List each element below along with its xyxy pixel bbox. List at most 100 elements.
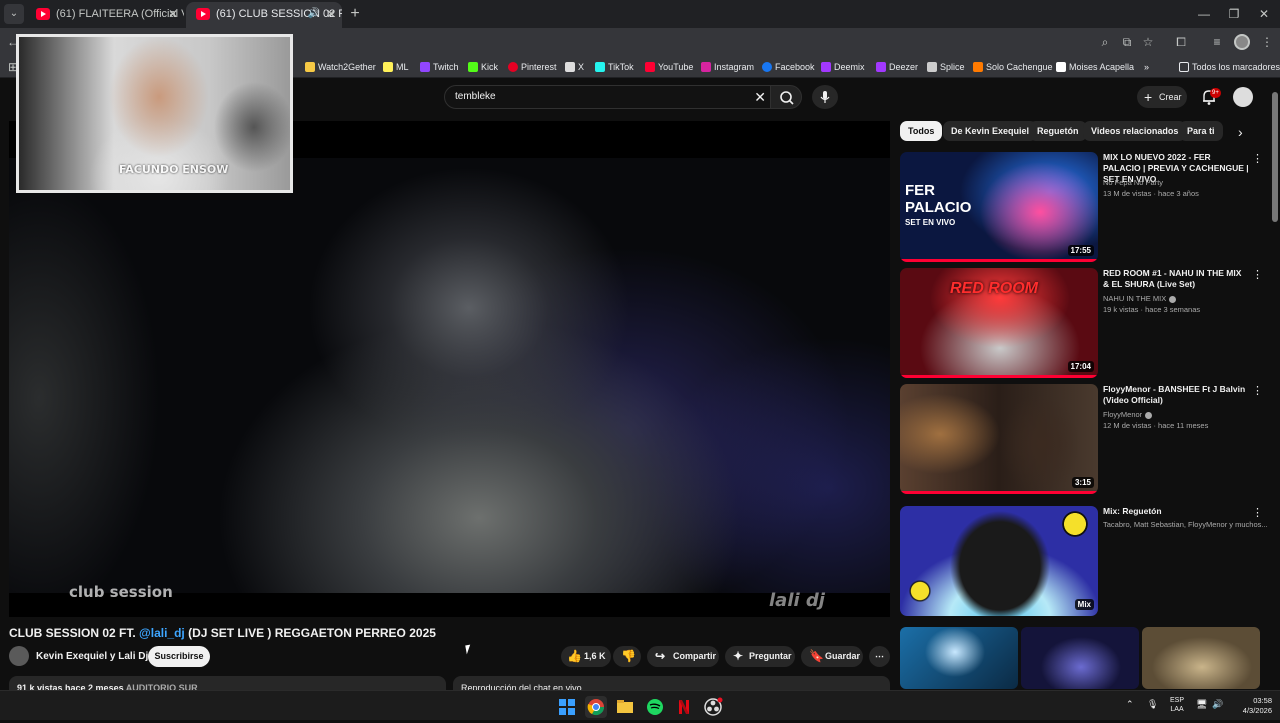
media-controls-icon[interactable]: ≡	[1208, 33, 1226, 51]
duration-badge: 17:04	[1067, 361, 1094, 372]
search-input[interactable]: tembleke ✕	[444, 85, 775, 109]
system-clock[interactable]: 03:58 4/3/2026	[1230, 696, 1272, 716]
close-tab-icon[interactable]: ✕	[168, 2, 178, 26]
clear-search-icon[interactable]: ✕	[754, 89, 766, 106]
channel-name: NAHU IN THE MIX	[1103, 294, 1167, 303]
bookmark-solo-cachengue[interactable]: Solo Cachengue	[973, 61, 1053, 73]
close-tab-icon[interactable]: ✕	[326, 2, 336, 26]
tray-mic-icon[interactable]: 🎙	[1147, 699, 1158, 710]
recommendation-thumbnail[interactable]: FER PALACIO SET EN VIVO 17:55	[900, 152, 1098, 262]
tab-search-button[interactable]: ⌄	[4, 4, 24, 24]
tab-flaiteera[interactable]: (61) FLAITEERA (Official Video) ✕	[26, 2, 184, 28]
bookmark-kick[interactable]: Kick	[468, 61, 498, 73]
instagram-icon	[701, 62, 711, 72]
speaker-icon[interactable]: 🔊	[308, 2, 320, 26]
bookmark-twitch[interactable]: Twitch	[420, 61, 459, 73]
recommendation-thumbnail[interactable]: Mix	[900, 506, 1098, 616]
spotify-icon[interactable]	[644, 696, 666, 718]
obs-icon[interactable]	[702, 696, 724, 718]
language-indicator[interactable]: ESP LAA	[1170, 696, 1184, 714]
close-window-icon[interactable]: ✕	[1252, 4, 1276, 24]
bookmark-tiktok[interactable]: TikTok	[595, 61, 634, 73]
netflix-icon[interactable]	[673, 696, 695, 718]
mix-badge: Mix	[1074, 599, 1094, 610]
new-tab-button[interactable]: +	[345, 4, 365, 24]
recommendation-thumbnail[interactable]: 3:15	[900, 384, 1098, 494]
profile-avatar[interactable]	[1234, 34, 1250, 50]
tray-overflow-icon[interactable]: ⌃	[1126, 699, 1134, 710]
menu-kebab-icon[interactable]: ⋮	[1258, 33, 1276, 51]
bookmark-moises[interactable]: Moises Acapella	[1056, 61, 1134, 73]
bookmark-deezer[interactable]: Deezer	[876, 61, 918, 73]
kebab-menu-icon[interactable]: ⋮	[1252, 268, 1263, 281]
recommendation-item[interactable]: 3:15 FloyyMenor - BANSHEE Ft J Balvin (V…	[900, 384, 1263, 496]
chip-videos-relacionados[interactable]: Videos relacionados	[1083, 121, 1187, 141]
dislike-button[interactable]: 👎	[613, 646, 641, 667]
bookmark-x[interactable]: X	[565, 61, 584, 73]
bookmark-instagram[interactable]: Instagram	[701, 61, 754, 73]
bookmark-ml[interactable]: ML	[383, 61, 409, 73]
recommendation-title: RED ROOM #1 - NAHU IN THE MIX & EL SHURA…	[1103, 268, 1242, 289]
bookmarks-overflow-button[interactable]: »	[1144, 61, 1149, 73]
page-scrollbar[interactable]	[1270, 80, 1280, 694]
extensions-icon[interactable]: ⧠	[1172, 33, 1190, 51]
ask-button[interactable]: ✦ Preguntar	[725, 646, 795, 667]
zoom-icon[interactable]: ⌕	[1096, 33, 1114, 51]
create-button[interactable]: + Crear	[1137, 86, 1187, 108]
chrome-icon[interactable]	[585, 696, 607, 718]
more-actions-button[interactable]: ⋯	[869, 646, 890, 667]
title-text-rest: (DJ SET LIVE ) REGGAETON PERREO 2025	[184, 626, 436, 640]
channel-avatar[interactable]	[9, 646, 29, 666]
thumbnail-text: FER PALACIO	[905, 182, 972, 216]
bookmark-facebook[interactable]: Facebook	[762, 61, 815, 73]
network-icon[interactable]: 🖥	[1196, 699, 1207, 710]
chips-next-chevron-icon[interactable]: ›	[1238, 124, 1243, 140]
all-bookmarks-folder[interactable]: Todos los marcadores	[1179, 61, 1280, 73]
bookmark-star-icon[interactable]: ☆	[1139, 33, 1157, 51]
bookmark-watch2gether[interactable]: Watch2Gether	[305, 61, 376, 73]
bookmark-splice[interactable]: Splice	[927, 61, 965, 73]
shorts-thumbnail[interactable]	[1142, 627, 1260, 689]
minimize-icon[interactable]: —	[1192, 4, 1216, 24]
search-button[interactable]	[770, 85, 802, 109]
bookmark-youtube[interactable]: YouTube	[645, 61, 693, 73]
account-avatar[interactable]	[1233, 87, 1253, 107]
windows-start-icon[interactable]	[556, 696, 578, 718]
cast-icon[interactable]: ⧉	[1118, 33, 1136, 51]
recommendation-thumbnail[interactable]: RED ROOM 17:04	[900, 268, 1098, 378]
chip-regueton[interactable]: Reguetón	[1029, 121, 1087, 141]
volume-icon[interactable]: 🔊	[1212, 699, 1223, 710]
channel-name[interactable]: Kevin Exequiel y Lali Dj	[36, 651, 148, 662]
folder-icon	[1179, 62, 1189, 72]
tab-club-session[interactable]: (61) CLUB SESSION 02 FT. @ 🔊 ✕	[186, 2, 342, 28]
chip-para-ti[interactable]: Para ti	[1179, 121, 1223, 141]
voice-search-button[interactable]	[812, 85, 838, 109]
kebab-menu-icon[interactable]: ⋮	[1252, 506, 1263, 519]
bookmark-pinterest[interactable]: Pinterest	[508, 61, 557, 73]
subscribe-button[interactable]: Suscribirse	[148, 646, 210, 667]
save-button[interactable]: 🔖 Guardar	[801, 646, 863, 667]
share-button[interactable]: ↪ Compartir	[647, 646, 719, 667]
bookmark-deemix[interactable]: Deemix	[821, 61, 865, 73]
watched-progress-bar	[900, 491, 1098, 494]
kebab-menu-icon[interactable]: ⋮	[1252, 152, 1263, 165]
file-explorer-icon[interactable]	[614, 696, 636, 718]
chip-todos[interactable]: Todos	[900, 121, 943, 141]
shorts-thumbnail[interactable]	[900, 627, 1018, 689]
restore-icon[interactable]: ❐	[1222, 4, 1246, 24]
share-label: Compartir	[673, 651, 717, 661]
title-mention-link[interactable]: @lali_dj	[139, 626, 185, 640]
video-player[interactable]: club session lali dj	[9, 121, 890, 617]
watch2gether-icon	[305, 62, 315, 72]
recommendation-item[interactable]: RED ROOM 17:04 RED ROOM #1 - NAHU IN THE…	[900, 268, 1263, 380]
title-text: CLUB SESSION 02 FT.	[9, 626, 140, 640]
like-button[interactable]: 👍 1,6 K	[561, 646, 611, 667]
recommendation-item[interactable]: FER PALACIO SET EN VIVO 17:55 MIX LO NUE…	[900, 152, 1263, 264]
video-frame[interactable]: club session lali dj	[9, 158, 890, 611]
chip-de-kevin-exequiel[interactable]: De Kevin Exequiel	[943, 121, 1038, 141]
kebab-menu-icon[interactable]: ⋮	[1252, 384, 1263, 397]
scrollbar-thumb[interactable]	[1272, 92, 1278, 222]
shorts-thumbnail[interactable]	[1021, 627, 1139, 689]
tiktok-icon	[595, 62, 605, 72]
recommendation-item[interactable]: Mix Mix: Reguetón Tacabro, Matt Sebastia…	[900, 506, 1268, 618]
